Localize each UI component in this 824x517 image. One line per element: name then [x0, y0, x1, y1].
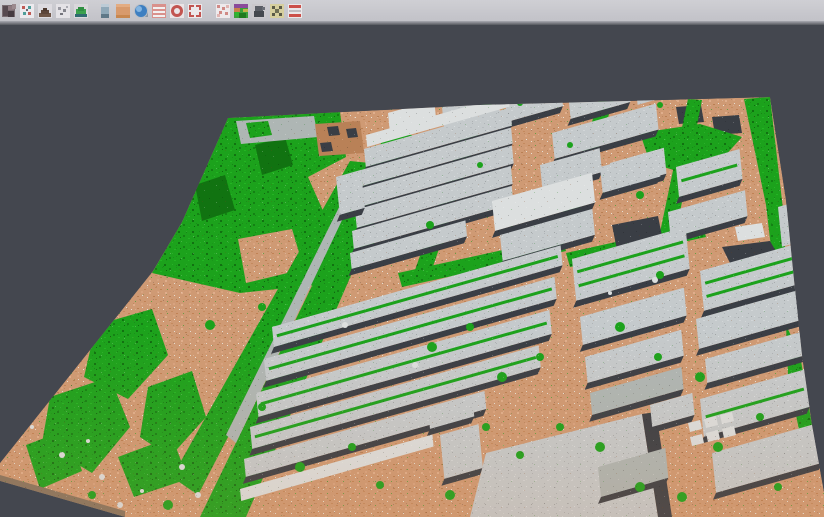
toolbar: [0, 0, 824, 21]
orange-square-icon: [115, 3, 131, 19]
terrain-brown-icon: [37, 3, 53, 19]
classified-map-icon: [233, 3, 249, 19]
classified-map-button[interactable]: [233, 3, 249, 19]
green-hill-button[interactable]: [73, 3, 89, 19]
dark-mesh-button[interactable]: [251, 3, 267, 19]
red-ring-icon: [169, 3, 185, 19]
terrain-model: [0, 76, 824, 517]
red-flag-button[interactable]: [287, 3, 303, 19]
toolbar-group-separator: [205, 3, 213, 19]
red-stripes-icon: [151, 3, 167, 19]
globe-icon: [133, 3, 149, 19]
application-window: [0, 0, 824, 517]
red-crop-button[interactable]: [187, 3, 203, 19]
red-grid-icon: [215, 3, 231, 19]
scatter-points-button[interactable]: [19, 3, 35, 19]
yellow-clip-button[interactable]: [269, 3, 285, 19]
red-ring-button[interactable]: [169, 3, 185, 19]
point-dots-button[interactable]: [55, 3, 71, 19]
yellow-clip-icon: [269, 3, 285, 19]
dark-prism-button[interactable]: [1, 3, 17, 19]
blue-column-button[interactable]: [97, 3, 113, 19]
red-crop-icon: [187, 3, 203, 19]
blue-column-icon: [97, 3, 113, 19]
red-stripes-button[interactable]: [151, 3, 167, 19]
dark-prism-icon: [1, 3, 17, 19]
red-grid-button[interactable]: [215, 3, 231, 19]
globe-button[interactable]: [133, 3, 149, 19]
green-hill-icon: [73, 3, 89, 19]
scene-svg: [0, 25, 824, 517]
viewport-3d[interactable]: [0, 25, 824, 517]
orange-square-button[interactable]: [115, 3, 131, 19]
terrain-brown-button[interactable]: [37, 3, 53, 19]
point-dots-icon: [55, 3, 71, 19]
scatter-points-icon: [19, 3, 35, 19]
dark-mesh-icon: [251, 3, 267, 19]
toolbar-group-separator: [91, 3, 95, 19]
red-flag-icon: [287, 3, 303, 19]
